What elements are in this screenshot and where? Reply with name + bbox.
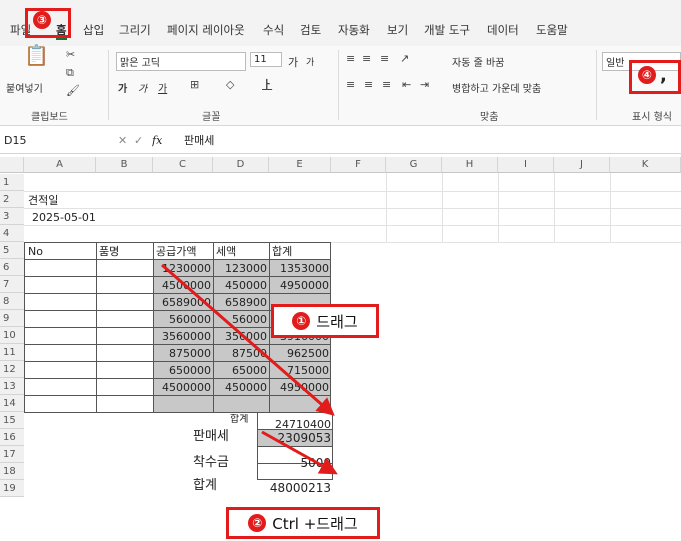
drag-arrow-2	[261, 430, 338, 475]
annotation-arrows	[161, 263, 338, 475]
callout-drag: ① 드래그	[271, 304, 379, 338]
comma-style-button[interactable]: ,	[660, 68, 667, 84]
callout-ctrl-drag: ② Ctrl +드래그	[226, 507, 380, 539]
step4-badge: ④	[638, 66, 662, 84]
step3-badge: ③	[33, 11, 57, 29]
